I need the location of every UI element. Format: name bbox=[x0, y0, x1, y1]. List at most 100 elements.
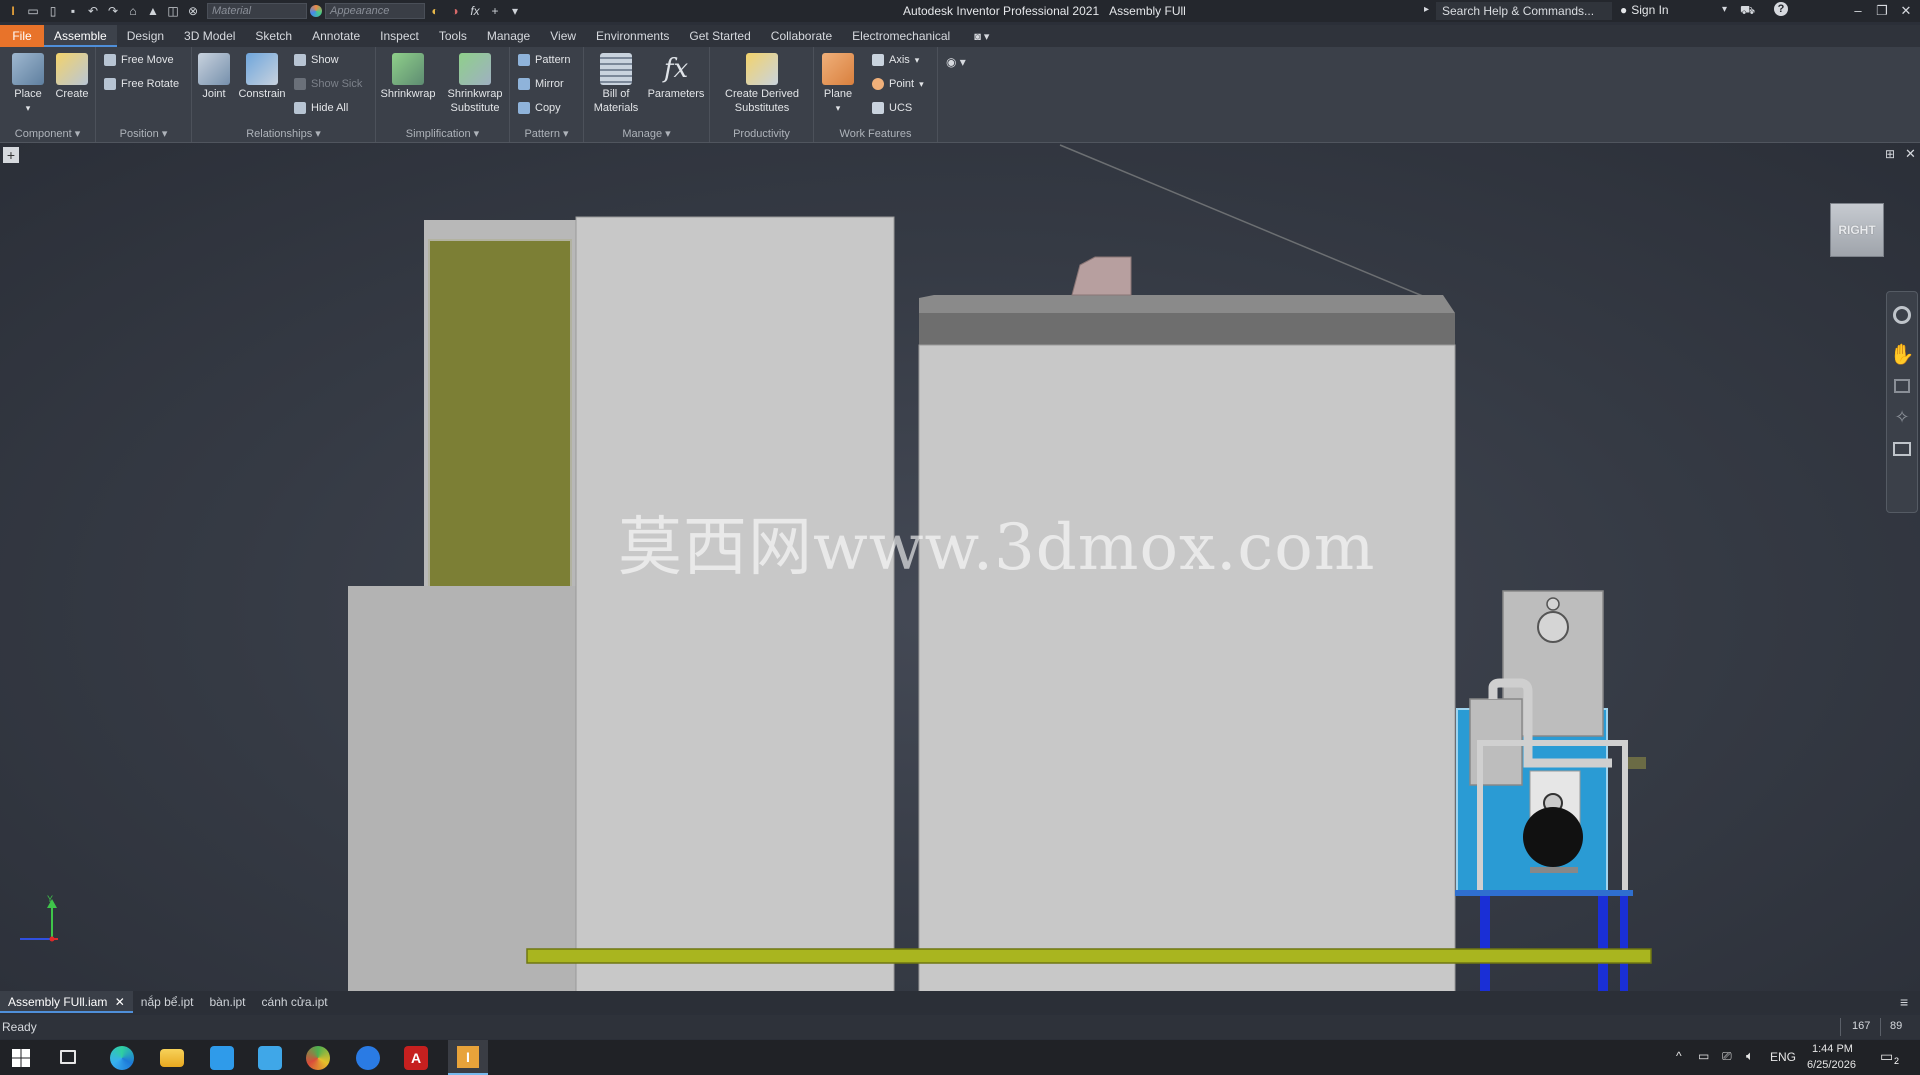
store-icon[interactable] bbox=[210, 1046, 234, 1070]
mail-icon[interactable] bbox=[258, 1046, 282, 1070]
copy-button[interactable]: Copy bbox=[518, 102, 561, 114]
tab-3d-model[interactable]: 3D Model bbox=[174, 25, 245, 47]
orbit-icon[interactable]: ✧ bbox=[1887, 407, 1917, 428]
tab-electromechanical[interactable]: Electromechanical bbox=[842, 25, 960, 47]
tab-environments[interactable]: Environments bbox=[586, 25, 679, 47]
ribbon-overflow-icon[interactable]: ◉ ▾ bbox=[946, 55, 966, 69]
graphics-viewport[interactable]: + ⊞ ✕ Y 莫西网www.3dmox.com RIGHT ✋ ✧ bbox=[0, 143, 1920, 991]
panel-label-relationships[interactable]: Relationships ▾ bbox=[192, 127, 375, 140]
language-indicator[interactable]: ENG bbox=[1770, 1050, 1796, 1064]
tray-chevron-icon[interactable]: ^ bbox=[1676, 1049, 1682, 1063]
measure-icon[interactable]: ◫ bbox=[166, 4, 180, 18]
zalo-icon[interactable] bbox=[356, 1046, 380, 1070]
network-icon[interactable]: ⎚ bbox=[1722, 1049, 1732, 1064]
edge-icon[interactable] bbox=[110, 1046, 134, 1070]
hide-all-button[interactable]: Hide All bbox=[294, 102, 348, 114]
look-at-icon[interactable] bbox=[1893, 442, 1911, 456]
tab-sketch[interactable]: Sketch bbox=[245, 25, 302, 47]
open-file-icon[interactable]: ▯ bbox=[46, 4, 60, 18]
tab-manage[interactable]: Manage bbox=[477, 25, 540, 47]
file-explorer-icon[interactable] bbox=[160, 1049, 184, 1067]
tab-design[interactable]: Design bbox=[117, 25, 174, 47]
doc-tab-nap-be[interactable]: nắp bể.ipt bbox=[133, 991, 202, 1013]
joint-button[interactable]: Joint bbox=[196, 53, 232, 101]
clear-icon[interactable]: ⊗ bbox=[186, 4, 200, 18]
create-button[interactable]: Create bbox=[52, 53, 92, 101]
axis-button[interactable]: Axis ▾ bbox=[872, 54, 919, 66]
plane-button[interactable]: Plane ▾ bbox=[818, 53, 858, 115]
tab-get-started[interactable]: Get Started bbox=[679, 25, 760, 47]
tab-view[interactable]: View bbox=[540, 25, 586, 47]
tab-file[interactable]: File bbox=[0, 25, 44, 47]
search-arrow-icon[interactable]: ▸ bbox=[1424, 4, 1429, 15]
mirror-button[interactable]: Mirror bbox=[518, 78, 564, 90]
meet-now-icon[interactable]: ▭ bbox=[1698, 1049, 1709, 1063]
tab-tools[interactable]: Tools bbox=[429, 25, 477, 47]
shrinkwrap-substitute-button[interactable]: Shrinkwrap Substitute bbox=[442, 53, 508, 115]
parameters-button[interactable]: fx Parameters bbox=[644, 53, 708, 101]
doc-tab-assembly[interactable]: Assembly FUll.iam ✕ bbox=[0, 991, 133, 1013]
panel-label-pattern[interactable]: Pattern ▾ bbox=[510, 127, 583, 140]
chrome-icon[interactable] bbox=[306, 1046, 330, 1070]
appearance-dropdown[interactable]: Appearance bbox=[325, 3, 425, 19]
show-button[interactable]: Show bbox=[294, 54, 339, 66]
autocad-icon[interactable]: A bbox=[404, 1046, 428, 1070]
panel-label-manage[interactable]: Manage ▾ bbox=[584, 127, 709, 140]
sign-in-button[interactable]: ● Sign In bbox=[1620, 3, 1669, 17]
volume-icon[interactable]: 🔈︎ bbox=[1746, 1048, 1754, 1064]
tab-assemble[interactable]: Assemble bbox=[44, 25, 117, 47]
close-icon[interactable]: ✕ bbox=[1896, 2, 1916, 20]
search-input[interactable]: Search Help & Commands... bbox=[1436, 2, 1612, 20]
pattern-button[interactable]: Pattern bbox=[518, 54, 570, 66]
task-view-icon[interactable] bbox=[60, 1050, 76, 1064]
signin-dropdown-icon[interactable]: ▾ bbox=[1722, 4, 1727, 15]
bill-of-materials-button[interactable]: Bill of Materials bbox=[588, 53, 644, 115]
inventor-logo-icon[interactable]: I bbox=[6, 4, 20, 18]
free-rotate-button[interactable]: Free Rotate bbox=[104, 78, 179, 90]
free-move-button[interactable]: Free Move bbox=[104, 54, 174, 66]
shrinkwrap-button[interactable]: Shrinkwrap bbox=[378, 53, 438, 101]
plus-icon[interactable]: + bbox=[488, 4, 502, 18]
undo-icon[interactable]: ↶ bbox=[86, 4, 100, 18]
fx-icon[interactable]: fx bbox=[468, 4, 482, 18]
show-sick-button[interactable]: Show Sick bbox=[294, 78, 362, 90]
notification-icon[interactable]: ▭ bbox=[1880, 1048, 1893, 1065]
clock-time[interactable]: 1:44 PM bbox=[1812, 1043, 1853, 1055]
place-button[interactable]: Place ▾ bbox=[8, 53, 48, 115]
create-derived-substitutes-button[interactable]: Create Derived Substitutes bbox=[714, 53, 810, 115]
tab-collaborate[interactable]: Collaborate bbox=[761, 25, 842, 47]
save-icon[interactable]: ▪ bbox=[66, 4, 80, 18]
clear-appearance-icon[interactable]: ◑ bbox=[448, 4, 462, 18]
windows-start-icon[interactable] bbox=[12, 1049, 30, 1067]
redo-icon[interactable]: ↷ bbox=[106, 4, 120, 18]
viewcube[interactable]: RIGHT bbox=[1830, 203, 1884, 257]
restore-icon[interactable]: ❐ bbox=[1872, 2, 1892, 20]
tab-inspect[interactable]: Inspect bbox=[370, 25, 429, 47]
panel-label-component[interactable]: Component ▾ bbox=[0, 127, 95, 140]
ribbon-options-icon[interactable]: ◙ ▾ bbox=[974, 30, 989, 43]
new-file-icon[interactable]: ▭ bbox=[26, 4, 40, 18]
panel-label-position[interactable]: Position ▾ bbox=[96, 127, 191, 140]
select-icon[interactable]: ▲ bbox=[146, 4, 160, 18]
doc-menu-icon[interactable]: ≡ bbox=[1900, 994, 1908, 1010]
inventor-taskbar-item[interactable]: I bbox=[448, 1040, 488, 1075]
clock-date[interactable]: 6/25/2026 bbox=[1807, 1059, 1856, 1071]
tab-annotate[interactable]: Annotate bbox=[302, 25, 370, 47]
panel-label-simplification[interactable]: Simplification ▾ bbox=[376, 127, 509, 140]
steering-wheel-icon[interactable] bbox=[1893, 306, 1911, 324]
constrain-button[interactable]: Constrain bbox=[234, 53, 290, 101]
help-icon[interactable]: ? bbox=[1774, 2, 1788, 16]
material-dropdown[interactable]: Material bbox=[207, 3, 307, 19]
cart-icon[interactable]: ⛟ bbox=[1740, 3, 1755, 19]
zoom-window-icon[interactable] bbox=[1894, 379, 1910, 393]
ucs-button[interactable]: UCS bbox=[872, 102, 912, 114]
customize-qat-icon[interactable]: ▾ bbox=[508, 4, 522, 18]
doc-tab-canh-cua[interactable]: cánh cửa.ipt bbox=[254, 991, 336, 1013]
minimize-icon[interactable]: – bbox=[1848, 2, 1868, 20]
home-icon[interactable]: ⌂ bbox=[126, 4, 140, 18]
pan-icon[interactable]: ✋ bbox=[1887, 342, 1917, 367]
close-doc-icon[interactable]: ✕ bbox=[115, 995, 125, 1009]
doc-tab-ban[interactable]: bàn.ipt bbox=[201, 991, 253, 1013]
point-button[interactable]: Point ▾ bbox=[872, 78, 924, 90]
adjust-appearance-icon[interactable]: ◐ bbox=[428, 4, 442, 18]
